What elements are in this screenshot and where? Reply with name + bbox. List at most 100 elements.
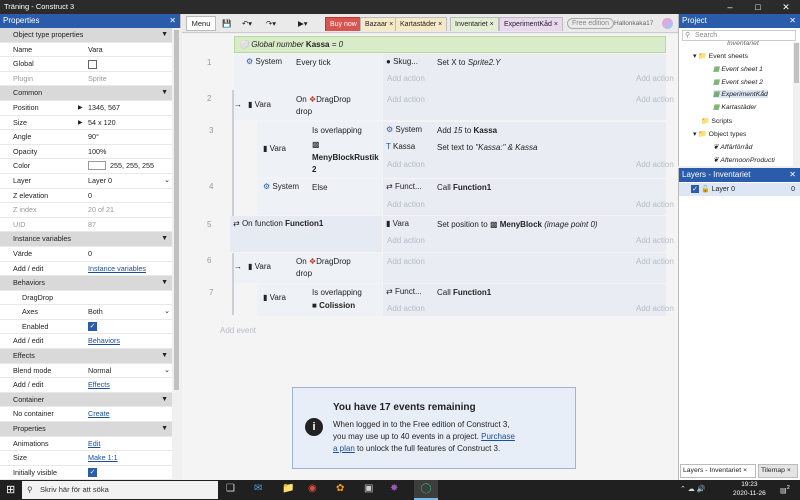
event-6-condition[interactable]: On ❖DragDrop — [296, 256, 351, 268]
tree-item[interactable]: Inventariet — [727, 40, 759, 47]
event-4-action-object[interactable]: ⇄ Funct... — [386, 182, 422, 191]
property-row[interactable]: UID 87 — [0, 218, 180, 233]
property-row[interactable]: Color 255, 255, 255 — [0, 159, 180, 174]
property-section-header[interactable]: Instance variables ▼ — [0, 232, 180, 247]
collapse-icon[interactable]: ▼ — [161, 28, 168, 43]
tree-item[interactable]: ▦ Event sheet 2 — [713, 78, 763, 86]
properties-scrollbar[interactable] — [172, 28, 181, 480]
tree-folder-event-sheets[interactable]: ▾ 📁 Event sheets — [693, 52, 748, 60]
expand-arrow-icon[interactable]: → — [234, 100, 242, 109]
close-icon[interactable]: × — [554, 21, 558, 28]
avatar[interactable] — [662, 18, 673, 29]
event-2-object[interactable]: ▮ Vara — [248, 100, 271, 109]
event-3-action-object-2[interactable]: T Kassa — [386, 142, 415, 151]
add-action-link[interactable]: Add action — [387, 304, 425, 313]
event-1-action-object[interactable]: ● Skug... — [386, 57, 418, 66]
project-scrollbar[interactable] — [793, 42, 800, 166]
event-4-condition[interactable]: Else — [312, 182, 328, 194]
task-view-icon[interactable]: ❑ — [226, 483, 235, 494]
property-row[interactable]: Global — [0, 57, 180, 72]
property-link[interactable]: Edit — [88, 437, 100, 452]
property-value[interactable]: 0 — [88, 189, 92, 204]
global-variable-row[interactable]: ⚪ Global number Kassa = 0 — [234, 36, 666, 53]
event-4-action[interactable]: Call Function1 — [437, 182, 491, 194]
user-name[interactable]: Hallonkaka17 — [614, 14, 653, 33]
menu-button[interactable]: Menu — [186, 16, 216, 31]
add-action-link[interactable]: Add action — [636, 95, 674, 104]
add-action-link[interactable]: Add action — [636, 304, 674, 313]
add-action-link[interactable]: Add action — [636, 257, 674, 266]
property-row[interactable]: Angle 90° — [0, 130, 180, 145]
tab-layers[interactable]: Layers - Inventariet × — [680, 464, 756, 478]
property-value[interactable]: 255, 255, 255 — [110, 159, 154, 174]
property-row[interactable]: Initially visible ✓ — [0, 466, 180, 480]
chevron-down-icon[interactable]: ⌄ — [164, 174, 170, 189]
scrollbar-thumb[interactable] — [794, 43, 799, 83]
property-row[interactable]: DragDrop — [0, 291, 180, 306]
property-value[interactable]: 100% — [88, 145, 106, 160]
add-event-link[interactable]: Add event — [220, 326, 256, 335]
checkbox[interactable]: ✓ — [88, 322, 97, 332]
property-row[interactable]: Add / edit Instance variables — [0, 262, 180, 277]
property-link[interactable]: Effects — [88, 378, 110, 393]
add-action-link[interactable]: Add action — [387, 200, 425, 209]
property-checkbox-wrap[interactable]: ✓ — [88, 320, 97, 335]
event-3-action-1[interactable]: Add 15 to Kassa — [437, 125, 497, 137]
event-3-condition[interactable]: Is overlapping — [312, 125, 362, 137]
close-icon[interactable]: ✕ — [789, 168, 796, 182]
close-icon[interactable]: × — [438, 21, 442, 28]
property-row[interactable]: Värde 0 — [0, 247, 180, 262]
add-action-link[interactable]: Add action — [636, 74, 674, 83]
property-section-header[interactable]: Properties ▼ — [0, 422, 180, 437]
tab-inventariet[interactable]: Inventariet × — [450, 17, 499, 31]
event-7-action[interactable]: Call Function1 — [437, 287, 491, 299]
close-icon[interactable]: × — [787, 467, 791, 474]
save-icon[interactable]: 💾 — [222, 14, 231, 33]
event-7-action-object[interactable]: ⇄ Funct... — [386, 287, 422, 296]
tree-item-selected[interactable]: ▦ ExperimentKåd — [713, 90, 768, 98]
layer-row[interactable]: ✓ 🔓 Layer 0 0 — [679, 183, 800, 196]
property-section-header[interactable]: Container ▼ — [0, 392, 180, 408]
property-value[interactable]: Normal — [88, 364, 111, 379]
event-2-condition[interactable]: On ❖DragDrop — [296, 94, 351, 106]
event-5-action-object[interactable]: ▮ Vara — [386, 219, 409, 228]
construct-icon[interactable]: ◯ — [414, 480, 438, 500]
purchase-link[interactable]: Purchase — [481, 432, 515, 441]
event-1-action[interactable]: Set X to Sprite2.Y — [437, 57, 501, 69]
tab-tilemap[interactable]: Tilemap × — [758, 464, 798, 478]
purchase-plan-link[interactable]: a plan — [333, 444, 355, 453]
chevron-down-icon[interactable]: ⌄ — [164, 305, 170, 320]
collapse-icon[interactable]: ▼ — [161, 349, 168, 364]
add-action-link[interactable]: Add action — [387, 160, 425, 169]
close-icon[interactable]: × — [389, 21, 393, 28]
file-explorer-icon[interactable]: 📁 — [282, 483, 294, 494]
collapse-icon[interactable]: ▼ — [161, 232, 168, 247]
expand-arrow-icon[interactable]: ▶ — [78, 101, 83, 116]
property-row[interactable]: Layer Layer 0 ⌄ — [0, 174, 180, 189]
tree-item[interactable]: ❦ AfternoonProducti — [713, 156, 775, 164]
property-section-header[interactable]: Behaviors ▼ — [0, 276, 180, 291]
expand-arrow-icon[interactable]: → — [234, 262, 242, 271]
event-5-action[interactable]: Set position to ▩ MenyBlock (image point… — [437, 219, 598, 231]
property-row[interactable]: Add / edit Behaviors — [0, 334, 180, 350]
add-action-link[interactable]: Add action — [387, 95, 425, 104]
color-swatch[interactable] — [88, 161, 106, 171]
event-6-object[interactable]: ▮ Vara — [248, 262, 271, 271]
property-checkbox-wrap[interactable]: ✓ — [88, 466, 97, 480]
property-link[interactable]: Instance variables — [88, 262, 146, 277]
close-icon[interactable]: ✕ — [169, 14, 176, 28]
property-row[interactable]: Enabled ✓ — [0, 320, 180, 335]
close-icon[interactable]: × — [743, 467, 747, 474]
tab-kartastader[interactable]: Kartastäder × — [395, 17, 448, 31]
event-5-condition[interactable]: ⇄ On function Function1 — [233, 218, 323, 230]
property-row[interactable]: Name Vara — [0, 43, 180, 58]
close-icon[interactable]: × — [490, 21, 494, 28]
taskbar-search-input[interactable]: ⚲ Skriv här för att söka — [22, 481, 218, 499]
add-action-link[interactable]: Add action — [387, 257, 425, 266]
system-tray-icons[interactable]: ⌃ ☁ 🔊 — [680, 485, 705, 493]
notification-icon[interactable]: ▤2 — [780, 485, 790, 494]
property-section-header[interactable]: Object type properties ▼ — [0, 28, 180, 43]
checkbox[interactable] — [88, 59, 97, 69]
collapse-icon[interactable]: ▼ — [161, 276, 168, 291]
close-icon[interactable]: ✕ — [789, 14, 796, 28]
